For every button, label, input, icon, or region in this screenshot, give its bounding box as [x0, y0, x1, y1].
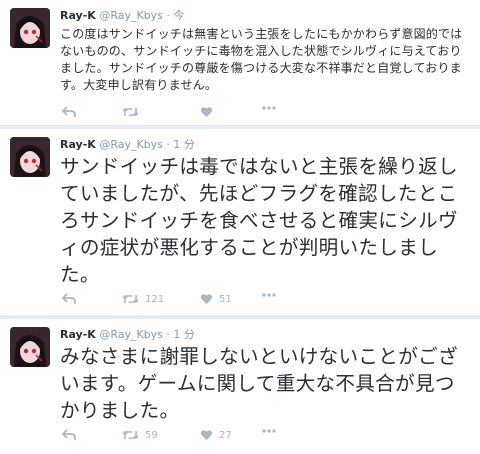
more-button[interactable] — [262, 429, 276, 433]
timestamp[interactable]: · 1 分 — [166, 328, 195, 341]
timeline: Ray-K @Ray_Kbys · 今 この度はサンドイッチは無害という主張をし… — [0, 0, 480, 454]
tweet-header: Ray-K @Ray_Kbys · 1 分 — [60, 138, 195, 152]
tweet[interactable]: Ray-K @Ray_Kbys · 1 分 サンドイッチは毒ではないと主張を繰り… — [0, 129, 480, 315]
display-name[interactable]: Ray-K — [60, 138, 96, 151]
like-count: 51 — [219, 293, 232, 305]
avatar-image — [10, 137, 50, 177]
retweet-count: 121 — [145, 293, 165, 305]
tweet[interactable]: Ray-K @Ray_Kbys · 1 分 みなさまに謝罪しないといけないことが… — [0, 319, 480, 454]
tweet-actions — [60, 106, 280, 122]
retweet-count: 59 — [145, 429, 158, 441]
avatar-image — [10, 327, 50, 367]
display-name[interactable]: Ray-K — [60, 9, 96, 22]
display-name[interactable]: Ray-K — [60, 328, 96, 341]
handle[interactable]: @Ray_Kbys — [99, 328, 163, 341]
tweet[interactable]: Ray-K @Ray_Kbys · 今 この度はサンドイッチは無害という主張をし… — [0, 0, 480, 125]
handle[interactable]: @Ray_Kbys — [99, 138, 163, 151]
like-button[interactable]: 27 — [200, 429, 232, 441]
tweet-text: サンドイッチは毒ではないと主張を繰り返していましたが、先ほどフラグを確認したとこ… — [60, 155, 458, 286]
reply-button[interactable] — [62, 293, 76, 305]
like-icon — [200, 294, 213, 304]
more-button[interactable] — [262, 106, 276, 110]
reply-button[interactable] — [62, 429, 76, 441]
tweet-text: みなさまに謝罪しないといけないことがございます。ゲームに関して重大な不具合が見つ… — [60, 345, 458, 422]
tweet-header: Ray-K @Ray_Kbys · 今 — [60, 9, 184, 23]
avatar-image — [10, 8, 50, 48]
more-button[interactable] — [262, 293, 276, 297]
like-icon — [200, 107, 213, 117]
like-icon — [200, 430, 213, 440]
retweet-icon — [122, 430, 139, 440]
retweet-button[interactable]: 121 — [122, 293, 164, 305]
reply-icon — [62, 429, 76, 440]
avatar[interactable] — [10, 327, 50, 367]
avatar[interactable] — [10, 137, 50, 177]
retweet-button[interactable]: 59 — [122, 429, 158, 441]
more-icon — [262, 429, 276, 433]
tweet-text: この度はサンドイッチは無害という主張をしたにもかかわらず意図的ではないものの、サ… — [60, 27, 463, 92]
timestamp[interactable]: · 今 — [166, 9, 184, 22]
like-count: 27 — [219, 429, 232, 441]
tweet-actions: 59 27 — [60, 429, 280, 445]
retweet-icon — [122, 294, 139, 304]
reply-icon — [62, 293, 76, 304]
more-icon — [262, 293, 276, 297]
tweet-actions: 121 51 — [60, 293, 280, 309]
like-button[interactable] — [200, 106, 219, 118]
tweet-header: Ray-K @Ray_Kbys · 1 分 — [60, 328, 195, 342]
retweet-icon — [122, 107, 139, 117]
retweet-button[interactable] — [122, 106, 145, 118]
like-button[interactable]: 51 — [200, 293, 232, 305]
handle[interactable]: @Ray_Kbys — [99, 9, 163, 22]
reply-button[interactable] — [62, 106, 76, 118]
avatar[interactable] — [10, 8, 50, 48]
more-icon — [262, 106, 276, 110]
timestamp[interactable]: · 1 分 — [166, 138, 195, 151]
reply-icon — [62, 106, 76, 117]
